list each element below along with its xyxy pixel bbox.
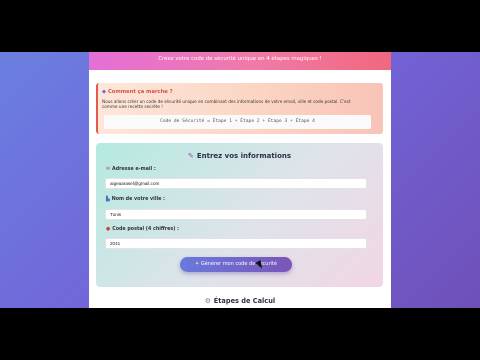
browser-viewport: Créez votre code de sécurité unique en 4… [0,52,480,308]
sparkle-icon: ✦ [195,261,200,267]
app-page: Créez votre code de sécurité unique en 4… [89,52,391,308]
city-label: ▙ Nom de votre ville : [106,197,165,202]
city-icon: ▙ [106,197,110,202]
info-form: ✎ Entrez vos informations ✉ Adresse e-mail… [96,143,383,287]
formula-box: Code de Sécurité = Étape 1 + Étape 2 + É… [104,115,371,129]
email-icon: ✉ [106,167,111,172]
generate-button[interactable]: ✦ Générer mon code de sécurité [180,257,292,272]
postal-field[interactable]: 2041 [105,238,367,249]
pencil-icon: ✎ [187,152,194,160]
email-field[interactable]: aigeaarasel@gmail.com [105,178,367,189]
form-title: ✎ Entrez vos informations [187,152,292,160]
pin-icon: ● [106,227,111,232]
email-label: ✉ Adresse e-mail : [106,167,156,172]
question-icon: ◆ [102,89,106,95]
how-it-works-title: ◆ Comment ça marche ? [102,89,173,95]
postal-label: ● Code postal (4 chiffres) : [106,227,180,232]
how-it-works-text: Nous allons créer un code de sécurité un… [102,99,351,110]
how-it-works-box: ◆ Comment ça marche ? Nous allons créer u… [96,83,383,134]
hero-banner: Créez votre code de sécurité unique en 4… [89,52,391,70]
city-field[interactable]: Tunis [105,209,367,220]
gear-icon: ⚙ [204,297,211,305]
hero-subtitle: Créez votre code de sécurité unique en 4… [158,56,322,62]
steps-title: ⚙ Étapes de Calcul [204,297,276,305]
